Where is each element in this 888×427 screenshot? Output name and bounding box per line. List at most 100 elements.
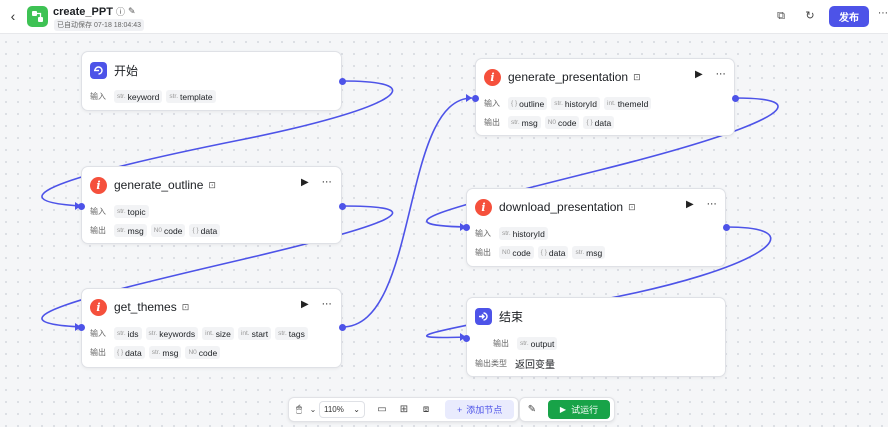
node-title: 结束 [499,309,524,324]
output-type-label: 输出类型 [475,359,507,368]
workflow-logo-icon [32,11,43,22]
node-more-icon[interactable]: ⋯ [707,199,717,210]
input-port[interactable] [78,324,85,331]
output-port[interactable] [732,95,739,102]
input-label: 输入 [90,329,106,338]
param-tag: N0 code [499,246,534,259]
edge-themes-to-presentation [341,97,473,328]
output-port[interactable] [339,324,346,331]
node-end[interactable]: 结束 输出 str. output 输出类型 返回变量 [463,297,726,377]
param-tag: { } data [537,246,569,259]
output-port[interactable] [339,203,346,210]
input-label: 输入 [90,207,106,216]
run-node-icon[interactable]: ▶ [686,199,694,210]
node-title: generate_outline [114,178,204,192]
param-tag: N0 code [185,346,221,359]
param-tag: str. msg [572,246,606,259]
plugin-icon: i [90,298,107,316]
node-download-presentation[interactable]: i download_presentation ⊡ ▶ ⋯ 输入 str. his… [463,188,730,267]
node-generate-presentation[interactable]: i generate_presentation ⊡ ▶ ⋯ 输入 { } outl… [472,58,739,136]
input-port[interactable] [472,95,479,102]
node-title: get_themes [114,300,177,314]
add-node-label: 添加节点 [466,405,503,415]
plugin-badge-icon: ⊡ [208,179,216,190]
plugin-icon: i [484,68,501,86]
play-icon: ▶ [559,405,567,414]
param-tag: { } data [114,346,145,359]
more-icon[interactable]: ⋯ [878,8,888,19]
plugin-badge-icon: ⊡ [181,301,190,312]
workflow-title: create_PPT ⓘ ✎ [53,5,136,18]
mouse-mode-icon[interactable]: 🖱 [289,404,309,415]
param-tag: str. historyId [551,97,601,110]
output-label: 输出 [90,348,106,357]
add-node-button[interactable]: + 添加节点 [445,400,515,419]
edit-icon[interactable]: ✎ [128,6,136,17]
param-tag: str. keyword [114,90,163,103]
back-arrow-icon[interactable]: ‹ [6,8,20,24]
run-node-icon[interactable]: ▶ [695,69,703,80]
param-tag: N0 code [150,224,186,237]
param-tag: str. output [517,337,558,350]
param-tag: str. historyId [499,227,548,240]
output-label: 输出 [90,226,106,235]
auto-layout-icon[interactable]: ⊞ [393,404,415,415]
comment-icon[interactable]: ▭ [371,404,393,415]
input-port[interactable] [463,224,470,231]
run-node-icon[interactable]: ▶ [301,299,309,310]
end-icon [475,307,492,325]
app-logo [27,6,48,27]
canvas-toolbar: 🖱 ⌄ 110% ⌄ ▭ ⊞ ⧈ + 添加节点 [288,397,520,422]
input-port[interactable] [463,335,470,342]
zoom-select[interactable]: 110% ⌄ [319,401,365,418]
start-icon [90,61,107,79]
chevron-down-icon: ⌄ [353,405,360,414]
node-more-icon[interactable]: ⋯ [322,299,332,310]
param-tag: { } data [583,116,615,129]
input-label: 输入 [475,229,491,238]
output-type-value: 返回变量 [515,360,555,371]
input-label: 输入 [484,99,500,108]
param-tag: int. start [237,327,272,340]
test-icon[interactable]: ✎ [520,404,544,415]
param-tag: str. msg [508,116,541,129]
param-tag: { } outline [508,97,548,110]
run-node-icon[interactable]: ▶ [301,177,309,188]
param-tag: str. template [166,90,216,103]
workflow-name: create_PPT [53,5,113,18]
input-label: 输入 [90,92,106,101]
chevron-down-icon[interactable]: ⌄ [309,405,317,414]
param-tag: int. themeId [604,97,652,110]
copy-icon[interactable]: ⧉ [774,9,788,23]
history-icon[interactable]: ↻ [803,9,817,23]
node-generate-outline[interactable]: i generate_outline ⊡ ▶ ⋯ 输入 str. topic 输出… [78,166,346,244]
test-run-label: 试运行 [571,405,599,415]
plus-icon: + [457,404,463,415]
plugin-icon: i [90,176,107,194]
param-tag: str. tags [275,327,308,340]
node-more-icon[interactable]: ⋯ [716,69,726,80]
param-tag: str. ids [114,327,142,340]
run-toolbar: ✎ ▶ 试运行 [519,397,615,422]
publish-button[interactable]: 发布 [829,6,869,27]
output-port[interactable] [723,224,730,231]
node-get-themes[interactable]: i get_themes ⊡ ▶ ⋯ 输入 str. ids str. keywor… [78,288,346,368]
plugin-badge-icon: ⊡ [628,201,636,212]
input-port[interactable] [78,203,85,210]
param-tag: { } data [189,224,221,237]
autosave-status: 已自动保存 07-18 18:04:43 [54,19,145,31]
info-icon[interactable]: ⓘ [116,5,125,18]
output-label: 输出 [475,248,491,257]
test-run-button[interactable]: ▶ 试运行 [548,400,610,419]
output-port[interactable] [339,78,346,85]
node-title: download_presentation [499,200,624,214]
node-title: generate_presentation [508,70,629,84]
param-tag: str. topic [114,205,149,218]
param-tag: str. msg [114,224,147,237]
node-more-icon[interactable]: ⋯ [322,177,332,188]
param-tag: str. msg [148,346,182,359]
plugin-icon: i [475,198,492,216]
plugin-badge-icon: ⊡ [633,71,641,82]
node-start[interactable]: 开始 输入 str. keyword str. template [81,51,346,111]
minimap-icon[interactable]: ⧈ [415,404,437,415]
